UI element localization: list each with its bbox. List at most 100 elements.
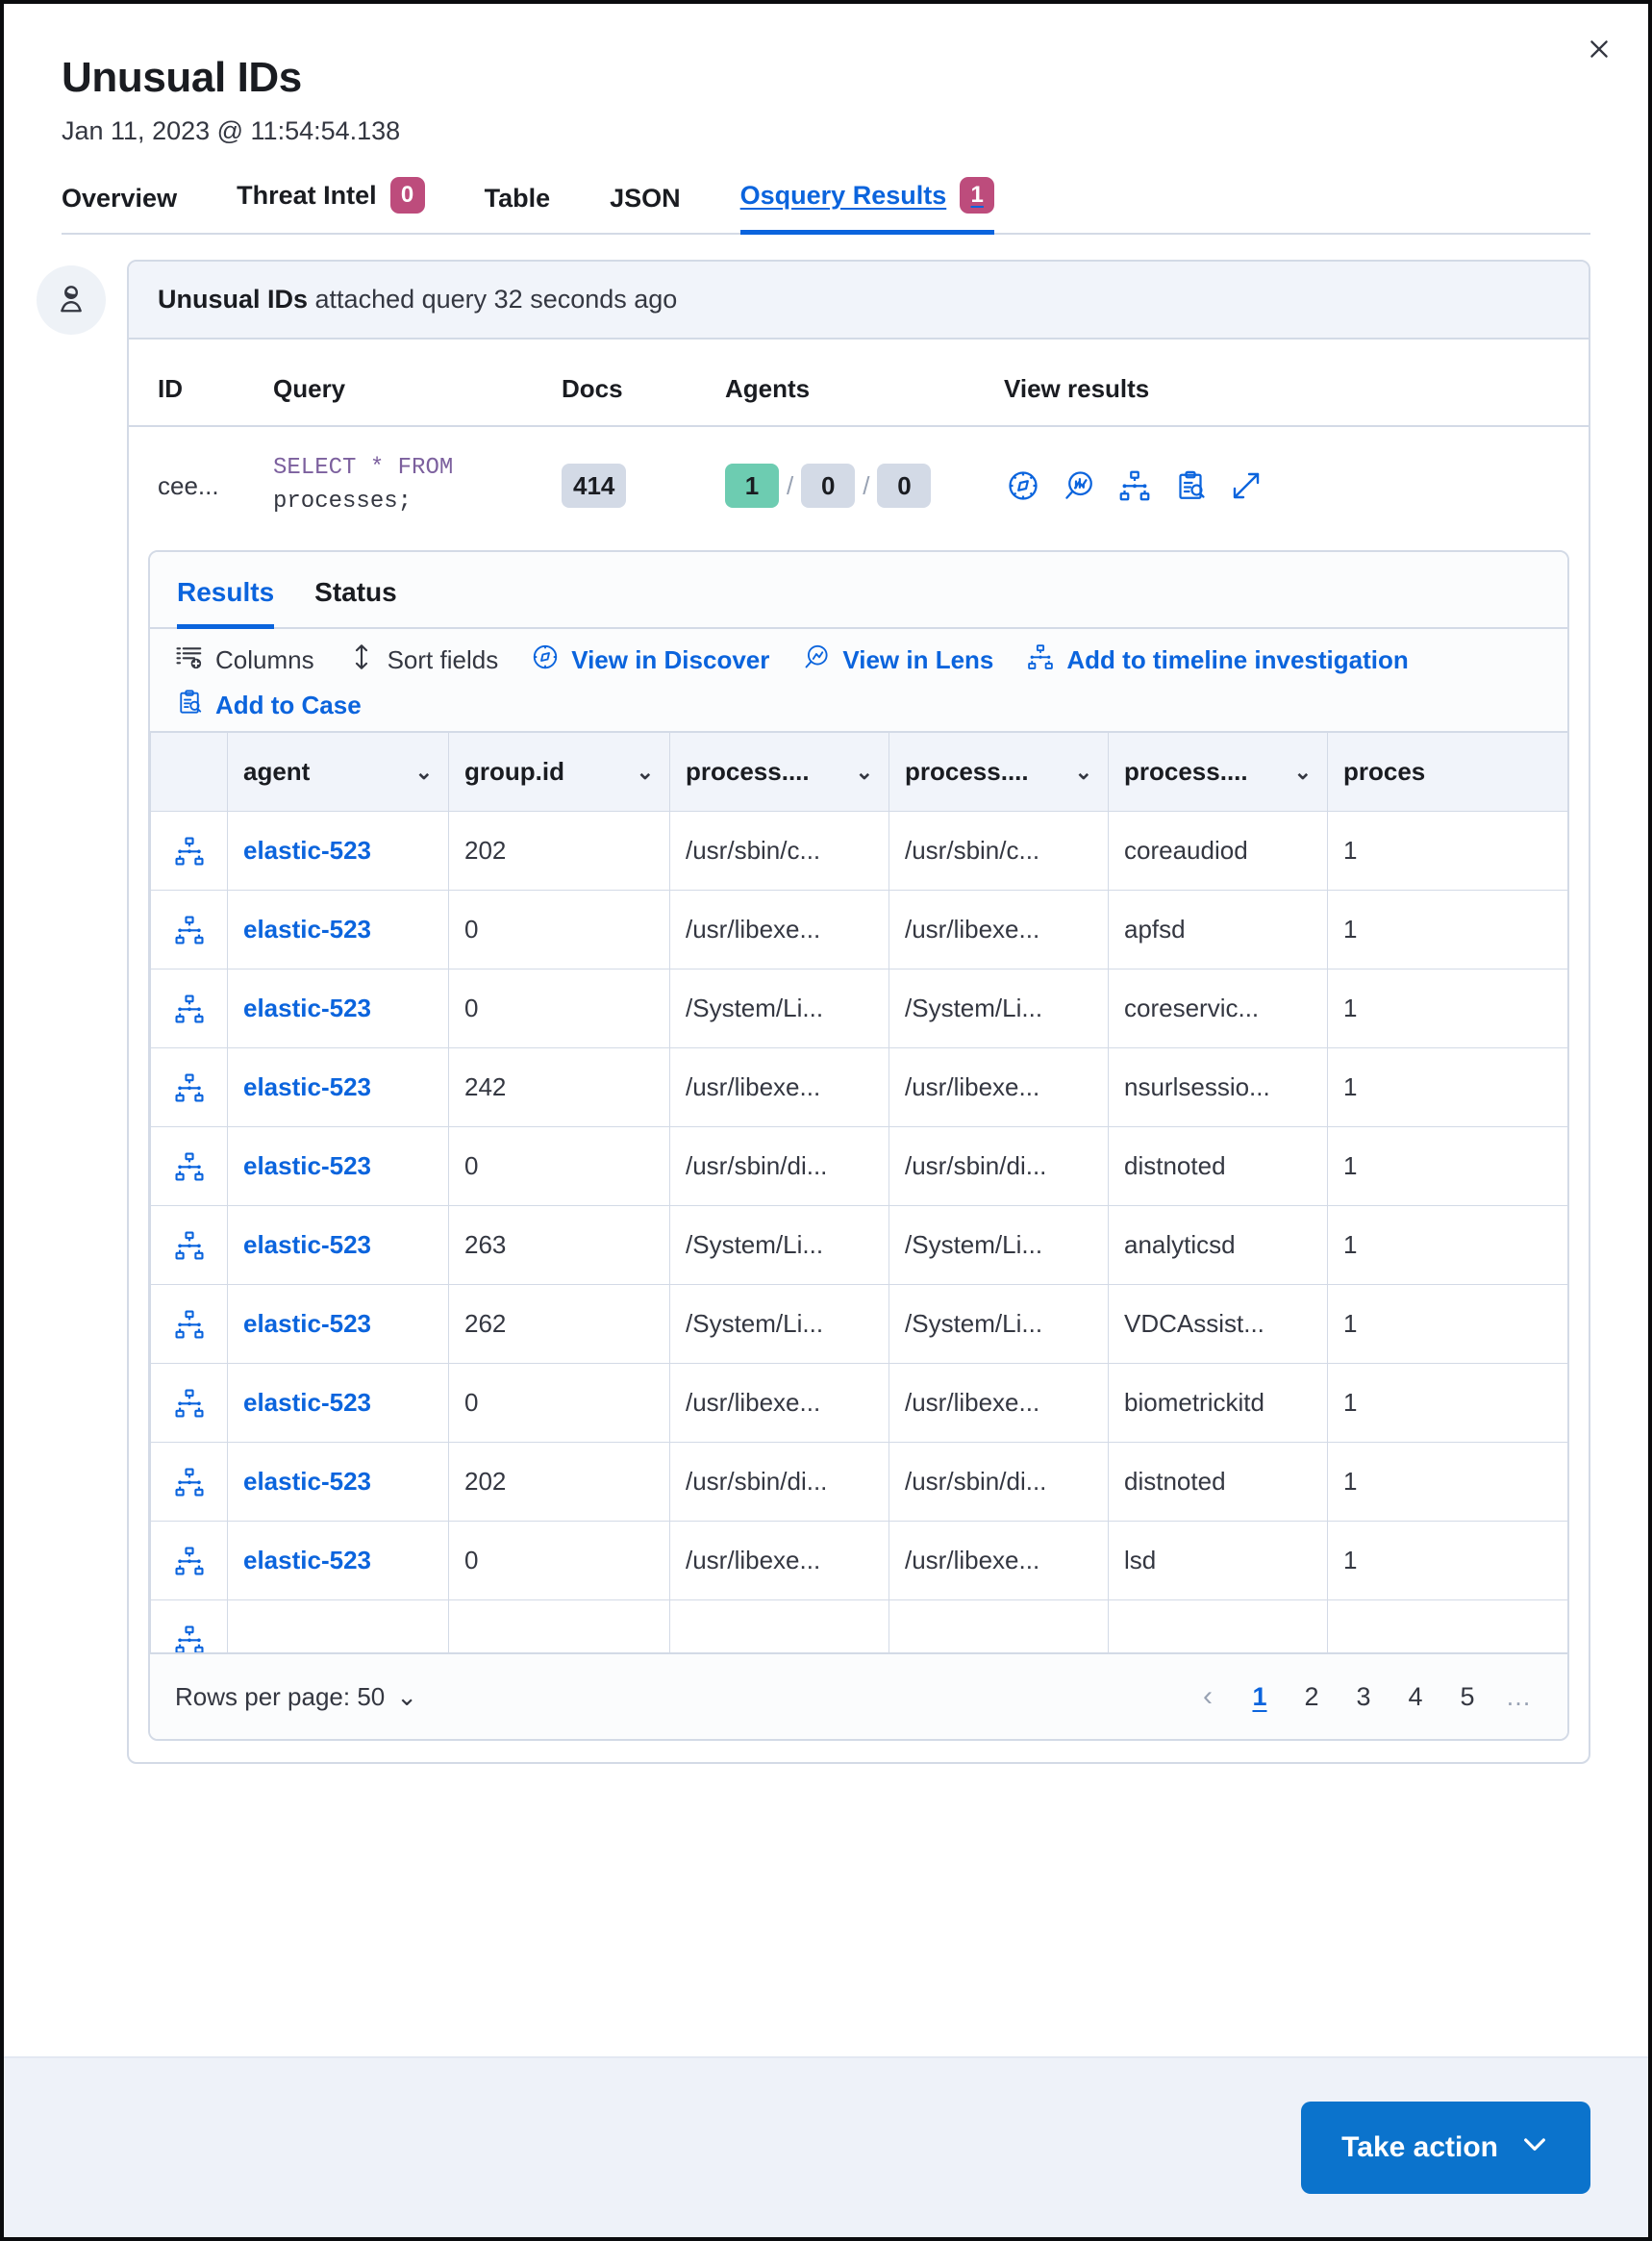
tab-results[interactable]: Results: [177, 552, 275, 629]
tool-label: Add to timeline investigation: [1066, 644, 1409, 674]
agent-link[interactable]: elastic-523: [243, 1230, 371, 1259]
view-in-discover-button[interactable]: View in Discover: [531, 642, 769, 678]
agent-link[interactable]: elastic-523: [243, 1388, 371, 1417]
agent-link[interactable]: elastic-523: [243, 994, 371, 1022]
tab-overview[interactable]: Overview: [62, 176, 202, 233]
tab-badge: 0: [389, 177, 425, 214]
row-timeline-cell[interactable]: [150, 1205, 228, 1286]
tab-label: Osquery Results: [739, 180, 947, 210]
pagination-page-2[interactable]: 2: [1289, 1674, 1335, 1720]
timeline-icon[interactable]: [1115, 466, 1154, 505]
timeline-icon[interactable]: [166, 1545, 212, 1577]
tab-threat-intel[interactable]: Threat Intel 0: [237, 169, 450, 233]
column-header-process-2[interactable]: process.... ⌄: [889, 732, 1109, 813]
row-timeline-cell[interactable]: [150, 969, 228, 1049]
agent-link[interactable]: elastic-523: [243, 915, 371, 944]
tool-label: View in Discover: [571, 644, 770, 674]
agents-success-badge: 1: [725, 464, 779, 509]
pagination-ellipsis: …: [1505, 1681, 1534, 1711]
tab-label: Table: [484, 184, 551, 214]
discover-compass-icon[interactable]: [1004, 466, 1042, 505]
table-row: elastic-523 263/System/Li.../System/Li...…: [150, 1205, 1567, 1286]
column-label: agent: [243, 757, 311, 787]
timeline-icon[interactable]: [166, 1229, 212, 1262]
pagination-prev[interactable]: ‹: [1185, 1674, 1231, 1720]
timeline-icon[interactable]: [166, 1308, 212, 1341]
column-header-process-1[interactable]: process.... ⌄: [669, 732, 889, 813]
pagination: ‹ 1 2 3 4 5 …: [1185, 1674, 1542, 1720]
chevron-down-icon: ⌄: [396, 1681, 418, 1711]
table-row: elastic-523 0/usr/libexe.../usr/libexe...…: [150, 890, 1567, 970]
agent-link[interactable]: elastic-523: [243, 1072, 371, 1101]
tab-bar: Overview Threat Intel 0 Table JSON Osque…: [62, 169, 1590, 236]
row-timeline-cell[interactable]: [150, 1442, 228, 1523]
agents-cell: 1 / 0 / 0: [725, 426, 1004, 544]
sort-fields-button[interactable]: Sort fields: [347, 642, 498, 678]
timestamp: Jan 11, 2023 @ 11:54:54.138: [62, 116, 401, 146]
agent-link[interactable]: elastic-523: [243, 1467, 371, 1496]
column-header-process-4[interactable]: proces: [1327, 732, 1567, 813]
chevron-down-icon: ⌄: [414, 759, 433, 784]
take-action-button[interactable]: Take action: [1301, 2102, 1590, 2194]
query-summary-row: cee... SELECT * FROM processes; 414 1 / …: [129, 426, 1589, 544]
column-header-group-id[interactable]: group.id ⌄: [448, 732, 670, 813]
agent-link[interactable]: elastic-523: [243, 1546, 371, 1574]
pagination-page-4[interactable]: 4: [1392, 1674, 1439, 1720]
tab-label: Threat Intel: [237, 180, 377, 210]
data-grid-wrapper[interactable]: agent ⌄ group.id ⌄ process.... ⌄ process…: [150, 732, 1567, 1680]
cell-process-3: analyticsd: [1108, 1205, 1328, 1286]
agent-link[interactable]: elastic-523: [243, 836, 371, 865]
cell-group-id: 0: [448, 1363, 670, 1444]
add-to-case-button[interactable]: Add to Case: [175, 688, 362, 723]
chevron-down-icon: ⌄: [1293, 759, 1312, 784]
columns-button[interactable]: Columns: [175, 642, 314, 678]
row-timeline-cell[interactable]: [150, 811, 228, 892]
timeline-icon[interactable]: [166, 1387, 212, 1420]
add-to-case-icon: [175, 688, 204, 723]
timeline-icon[interactable]: [166, 1624, 212, 1656]
timeline-icon[interactable]: [166, 1071, 212, 1104]
cell-group-id: 202: [448, 811, 670, 892]
lens-icon[interactable]: [1060, 466, 1098, 505]
timeline-icon[interactable]: [166, 993, 212, 1025]
row-timeline-cell[interactable]: [150, 1363, 228, 1444]
row-timeline-cell[interactable]: [150, 890, 228, 970]
add-to-timeline-button[interactable]: Add to timeline investigation: [1026, 642, 1409, 678]
expand-icon[interactable]: [1227, 466, 1265, 505]
pagination-page-1[interactable]: 1: [1237, 1674, 1283, 1720]
panel-banner-strong: Unusual IDs: [158, 285, 309, 315]
cell-agent: elastic-523: [227, 969, 449, 1049]
tab-osquery-results[interactable]: Osquery Results 1: [739, 169, 1020, 236]
cell-process-4: 1: [1327, 1126, 1567, 1207]
timeline-icon[interactable]: [166, 1150, 212, 1183]
row-timeline-cell[interactable]: [150, 1047, 228, 1128]
tab-json[interactable]: JSON: [610, 176, 706, 233]
cell-process-3: nsurlsessio...: [1108, 1047, 1328, 1128]
row-timeline-cell[interactable]: [150, 1521, 228, 1601]
agent-link[interactable]: elastic-523: [243, 1309, 371, 1338]
cell-process-4: 1: [1327, 969, 1567, 1049]
table-row: elastic-523 0/usr/libexe.../usr/libexe...…: [150, 1521, 1567, 1601]
pagination-page-3[interactable]: 3: [1340, 1674, 1387, 1720]
cell-process-3: lsd: [1108, 1521, 1328, 1601]
timeline-icon[interactable]: [166, 835, 212, 868]
column-label: process....: [905, 757, 1029, 787]
view-in-lens-button[interactable]: View in Lens: [802, 642, 993, 678]
timeline-icon[interactable]: [166, 914, 212, 946]
pagination-page-5[interactable]: 5: [1444, 1674, 1490, 1720]
cell-process-1: /usr/sbin/c...: [669, 811, 889, 892]
row-timeline-cell[interactable]: [150, 1126, 228, 1207]
tab-status[interactable]: Status: [314, 552, 397, 627]
tool-label: View in Lens: [842, 644, 994, 674]
close-icon[interactable]: [1575, 25, 1623, 73]
cell-process-2: /System/Li...: [889, 1284, 1109, 1365]
add-to-case-icon[interactable]: [1171, 466, 1210, 505]
column-header-process-3[interactable]: process.... ⌄: [1108, 732, 1328, 813]
column-header-agent[interactable]: agent ⌄: [227, 732, 449, 813]
tab-table[interactable]: Table: [485, 176, 576, 233]
cell-process-4: 1: [1327, 890, 1567, 970]
timeline-icon[interactable]: [166, 1466, 212, 1498]
agent-link[interactable]: elastic-523: [243, 1151, 371, 1180]
row-timeline-cell[interactable]: [150, 1284, 228, 1365]
rows-per-page-select[interactable]: Rows per page: 50 ⌄: [175, 1682, 417, 1712]
